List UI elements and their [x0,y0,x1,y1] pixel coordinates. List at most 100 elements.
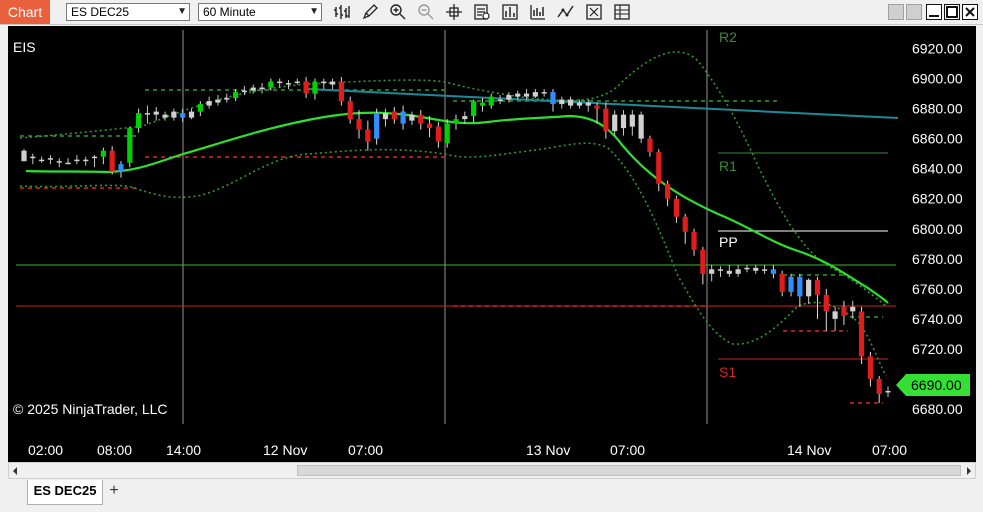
pivot-r2-label: R2 [719,29,737,45]
candle-body [471,101,477,117]
candle-body [136,113,142,129]
window-button-2[interactable] [906,4,922,20]
strategies-icon[interactable] [557,3,575,21]
candle-body [303,81,309,94]
candle-body [153,111,159,115]
candle-body [700,249,706,274]
chart-trader-icon[interactable] [613,3,631,21]
candle-body [391,111,397,120]
candle-body [797,276,803,297]
candle-body [753,267,759,271]
time-tick-label: 07:00 [610,442,645,458]
price-tick-label: 6840.00 [912,161,963,177]
candle-body [559,99,565,105]
horizontal-scrollbar[interactable] [8,462,976,479]
scroll-left-icon[interactable] [10,466,20,476]
indicators-icon[interactable] [529,3,547,21]
candle-body [294,81,300,84]
tab-es-dec25[interactable]: ES DEC25 [27,480,103,505]
candle-body [814,279,821,295]
scroll-right-icon[interactable] [964,466,974,476]
candle-body [462,116,468,120]
candle-body [744,267,750,270]
candle-body [127,128,133,163]
data-box-icon[interactable] [473,3,491,21]
candle-body [91,156,98,159]
bar-type-icon[interactable] [333,3,351,21]
chart-toolbar: Chart ES DEC25 ▼ 60 Minute ▼ [0,0,983,25]
candle-body [691,231,697,250]
candle-body [479,102,486,106]
candle-body [321,81,327,84]
minimize-icon[interactable] [926,4,942,20]
time-tick-label: 14 Nov [787,442,831,458]
candle-body [761,269,768,271]
candle-body [21,150,27,162]
drawing-tool-icon[interactable] [361,3,379,21]
chart-canvas[interactable]: R2 R1 PP S1 6920.00 6900.00 6880.00 6860.00… [8,26,976,462]
candle-body [620,114,627,129]
pivot-r1-label: R1 [719,158,737,174]
price-tick-label: 6860.00 [912,131,963,147]
candle-body [382,113,389,120]
candle-body [453,119,459,124]
candle-body [717,269,724,271]
add-tab-icon[interactable]: + [104,482,124,502]
scroll-thumb[interactable] [297,465,961,476]
candle-body [65,162,71,165]
time-tick-label: 13 Nov [526,442,570,458]
candle-body [356,119,362,130]
interval-selector[interactable]: 60 Minute ▼ [198,3,322,21]
candle-body [806,279,812,297]
candle-body [568,99,574,106]
candle-body [232,92,239,99]
price-chart[interactable]: R2 R1 PP S1 6920.00 6900.00 6880.00 6860.00… [8,26,976,462]
candle-body [144,113,151,115]
candle-body [312,81,318,94]
crosshair-icon[interactable] [445,3,463,21]
candle-body [832,311,838,319]
candle-body [841,306,847,316]
candle-body [365,129,371,142]
candle-body [215,99,221,103]
chevron-down-icon: ▼ [177,6,187,17]
candle-body [329,81,336,85]
candle-body [726,270,732,274]
properties-icon[interactable] [501,3,519,21]
candle-body [250,87,256,91]
candle-body [532,92,538,97]
candle-body [30,156,36,159]
candle-body [515,93,521,97]
candle-body [171,111,177,118]
candle-body [506,95,512,100]
chevron-down-icon: ▼ [309,6,319,17]
instrument-value: ES DEC25 [71,5,130,19]
candle-body [823,294,829,312]
zoom-out-icon[interactable] [417,3,435,21]
candle-body [268,81,274,88]
candlestick-series [21,77,891,403]
interval-value: 60 Minute [203,5,256,19]
candle-body [585,102,591,106]
price-tick-label: 6820.00 [912,191,963,207]
candle-body [656,152,662,184]
templates-icon[interactable] [585,3,603,21]
candle-body [497,99,503,102]
candle-body [682,216,688,232]
candle-body [629,114,635,127]
candle-body [374,113,380,139]
close-icon[interactable] [962,4,978,20]
candle-body [788,276,794,292]
maximize-icon[interactable] [944,4,960,20]
candle-body [647,138,653,153]
lower-band [19,142,887,377]
window-button-1[interactable] [888,4,904,20]
instrument-selector[interactable]: ES DEC25 ▼ [66,3,190,21]
candle-body [206,101,212,106]
zoom-in-icon[interactable] [389,3,407,21]
candle-body [858,311,865,357]
candle-body [241,90,248,93]
candle-body [523,93,530,97]
price-tick-label: 6720.00 [912,341,963,357]
time-tick-label: 07:00 [872,442,907,458]
